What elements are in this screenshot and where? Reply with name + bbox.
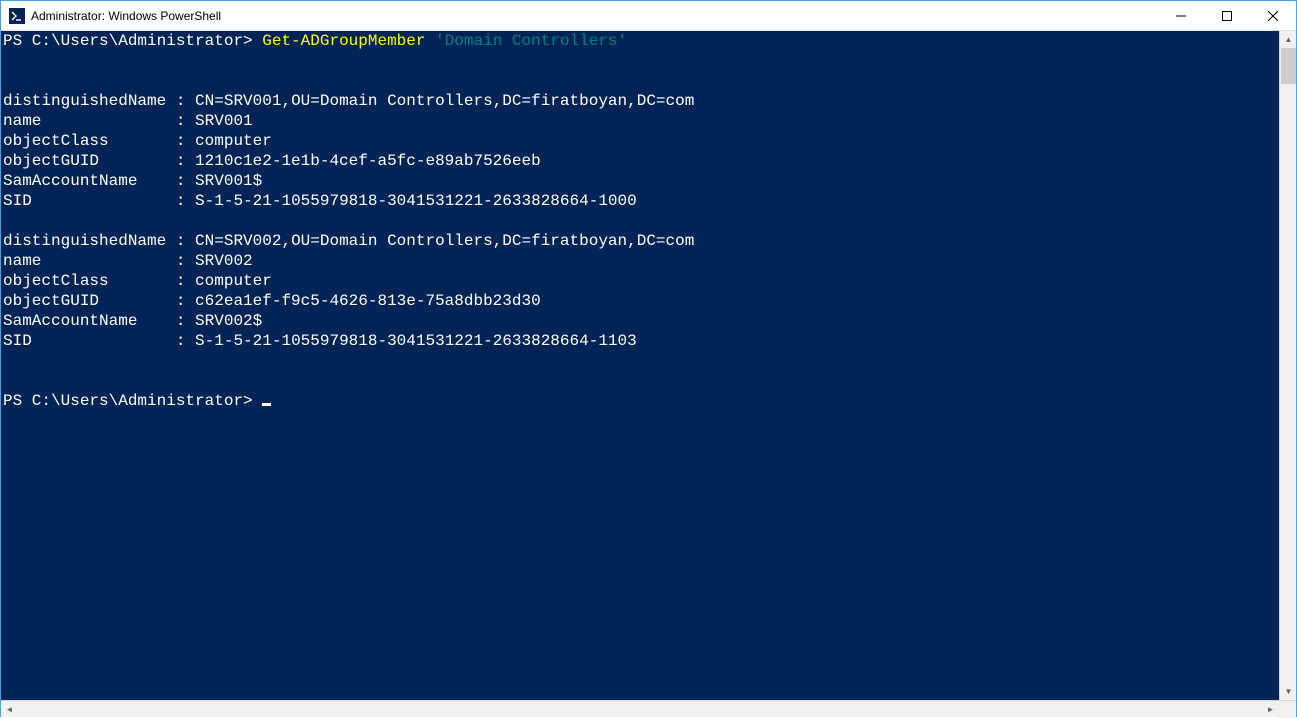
cmdlet-argument: 'Domain Controllers' xyxy=(435,32,627,50)
field-value: computer xyxy=(195,272,272,290)
field-label: objectGUID xyxy=(3,152,99,170)
scroll-right-button[interactable]: ► xyxy=(1262,701,1279,718)
field-label: distinguishedName xyxy=(3,232,166,250)
field-value: c62ea1ef-f9c5-4626-813e-75a8dbb23d30 xyxy=(195,292,541,310)
field-label: SID xyxy=(3,332,32,350)
horizontal-scrollbar[interactable]: ◄ ► xyxy=(1,700,1296,717)
field-label: SamAccountName xyxy=(3,172,137,190)
window-title: Administrator: Windows PowerShell xyxy=(31,9,1158,23)
close-button[interactable] xyxy=(1250,1,1296,30)
field-value: SRV002$ xyxy=(195,312,262,330)
maximize-button[interactable] xyxy=(1204,1,1250,30)
field-label: SamAccountName xyxy=(3,312,137,330)
field-value: computer xyxy=(195,132,272,150)
field-label: distinguishedName xyxy=(3,92,166,110)
field-value: SRV001 xyxy=(195,112,253,130)
field-label: objectClass xyxy=(3,132,109,150)
minimize-button[interactable] xyxy=(1158,1,1204,30)
field-label: SID xyxy=(3,192,32,210)
field-value: CN=SRV002,OU=Domain Controllers,DC=firat… xyxy=(195,232,694,250)
cursor xyxy=(262,403,271,406)
field-value: SRV001$ xyxy=(195,172,262,190)
hscroll-track[interactable] xyxy=(18,701,1262,717)
field-value: 1210c1e2-1e1b-4cef-a5fc-e89ab7526eeb xyxy=(195,152,541,170)
scroll-up-button[interactable]: ▲ xyxy=(1280,31,1297,48)
field-label: objectClass xyxy=(3,272,109,290)
powershell-icon xyxy=(9,8,25,24)
field-label: name xyxy=(3,252,41,270)
field-value: S-1-5-21-1055979818-3041531221-263382866… xyxy=(195,332,637,350)
console-area: PS C:\Users\Administrator> Get-ADGroupMe… xyxy=(1,31,1296,700)
field-label: objectGUID xyxy=(3,292,99,310)
prompt-path: PS C:\Users\Administrator> xyxy=(3,392,262,410)
terminal-output[interactable]: PS C:\Users\Administrator> Get-ADGroupMe… xyxy=(1,31,1279,700)
field-label: name xyxy=(3,112,41,130)
scroll-down-button[interactable]: ▼ xyxy=(1280,683,1297,700)
scroll-thumb[interactable] xyxy=(1281,48,1296,84)
vertical-scrollbar[interactable]: ▲ ▼ xyxy=(1279,31,1296,700)
field-value: S-1-5-21-1055979818-3041531221-263382866… xyxy=(195,192,637,210)
field-value: CN=SRV001,OU=Domain Controllers,DC=firat… xyxy=(195,92,694,110)
scrollbar-corner xyxy=(1279,701,1296,718)
scroll-left-button[interactable]: ◄ xyxy=(1,701,18,718)
prompt-path: PS C:\Users\Administrator> xyxy=(3,32,262,50)
window-controls xyxy=(1158,1,1296,30)
titlebar[interactable]: Administrator: Windows PowerShell xyxy=(1,1,1296,31)
cmdlet-name: Get-ADGroupMember xyxy=(262,32,425,50)
field-value: SRV002 xyxy=(195,252,253,270)
